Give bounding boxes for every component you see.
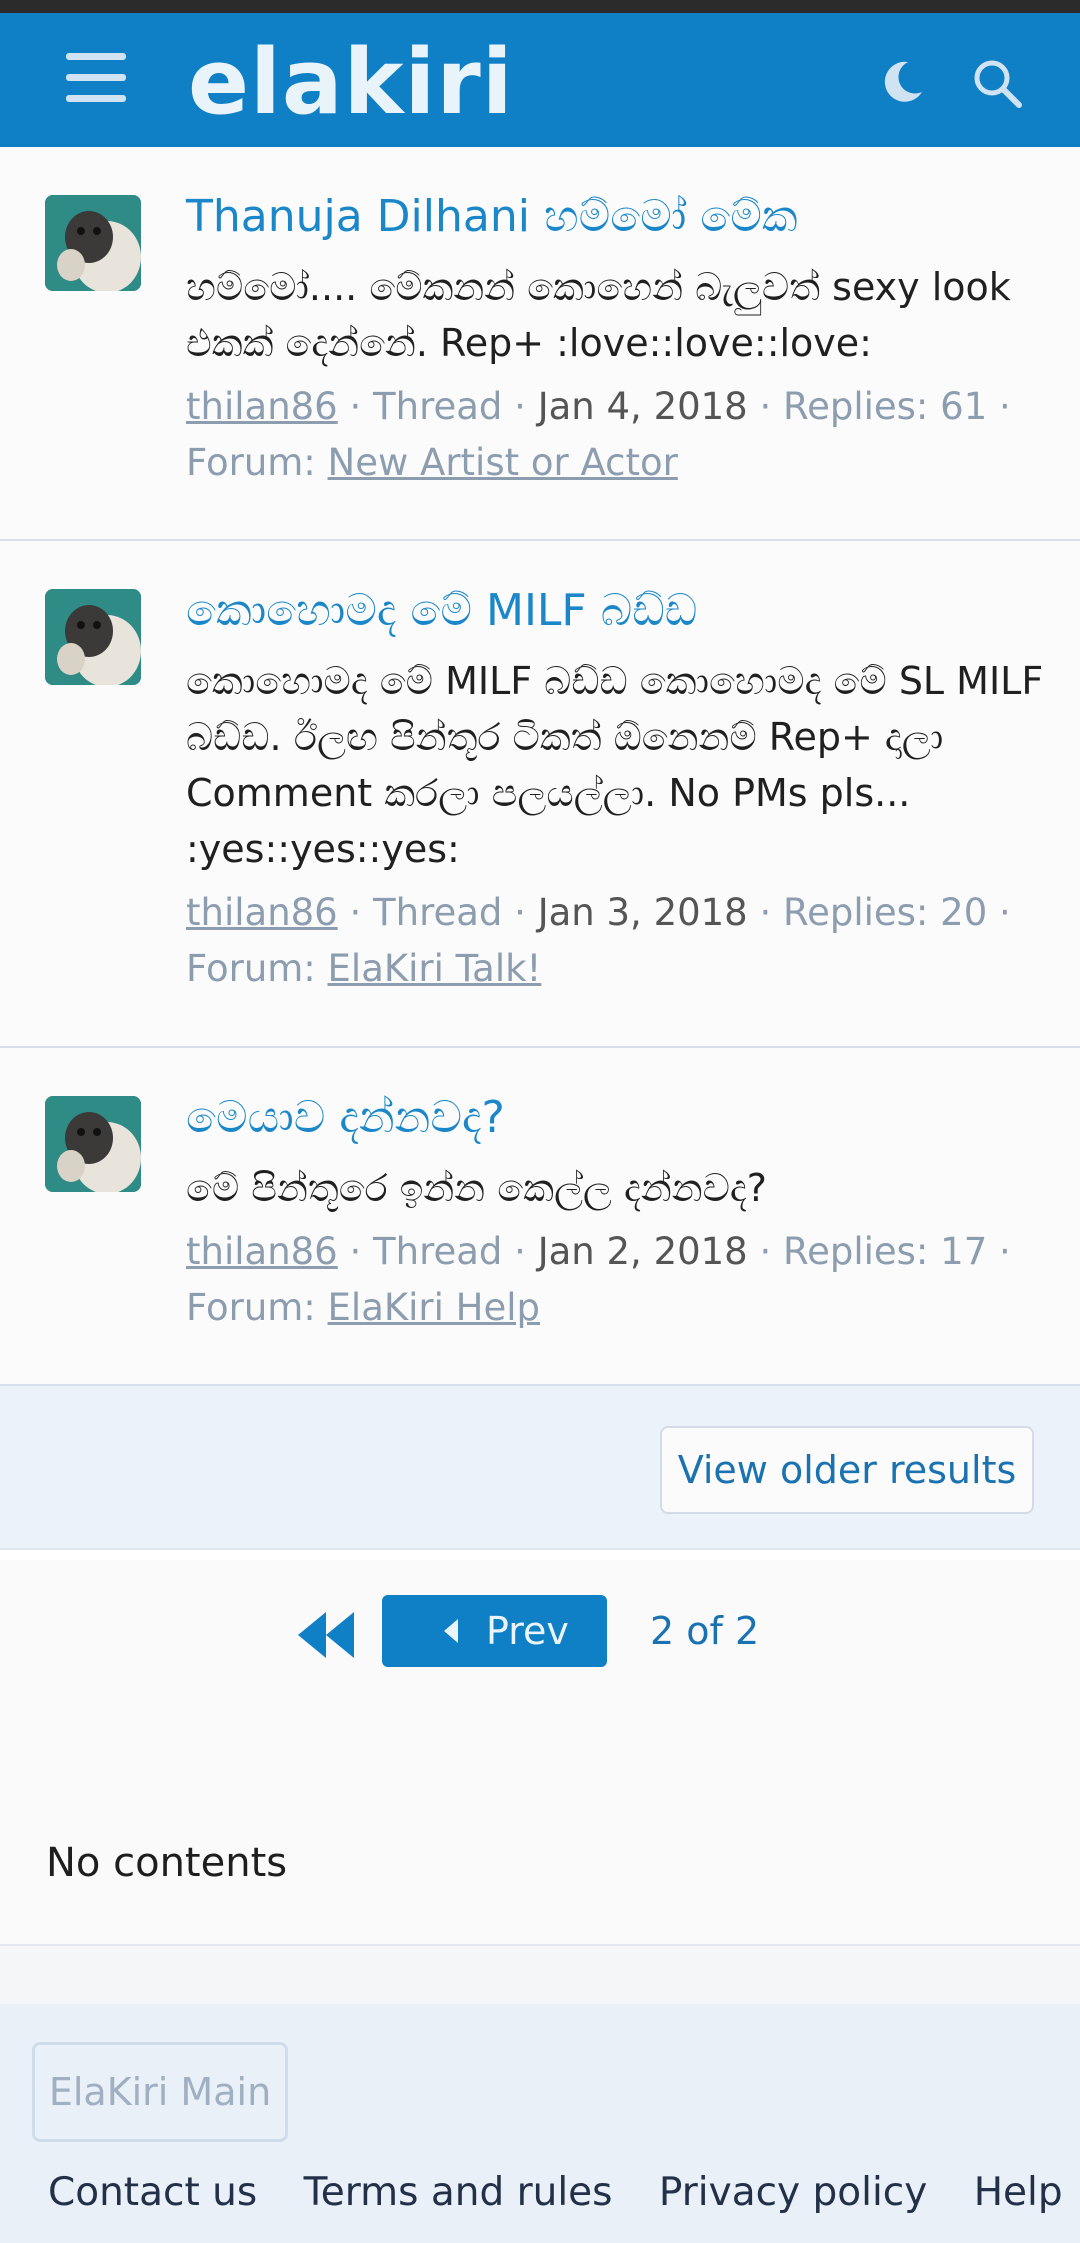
- page-jump[interactable]: 2 of 2: [650, 1595, 759, 1667]
- result-meta: thilan86 · Thread · Jan 4, 2018 · Replie…: [186, 385, 1011, 484]
- result-snippet: හම්මෝ.... මේකනන් කොහෙන් බැලුවත් sexy loo…: [186, 265, 1011, 365]
- search-results: Thanuja Dilhani හම්මෝ මේක හම්මෝ.... මේකන…: [0, 147, 1080, 1386]
- forum-link[interactable]: ElaKiri Help: [328, 1286, 540, 1329]
- first-page-icon[interactable]: [298, 1612, 358, 1658]
- result-meta: thilan86 · Thread · Jan 3, 2018 · Replie…: [186, 891, 1011, 990]
- site-footer: ElaKiri Main Contact us Terms and rules …: [0, 2004, 1080, 2243]
- username-link[interactable]: thilan86: [186, 891, 338, 934]
- post-date: Jan 3, 2018: [537, 891, 748, 934]
- forum-link[interactable]: New Artist or Actor: [328, 441, 678, 484]
- username-link[interactable]: thilan86: [186, 1230, 338, 1273]
- result-snippet: මේ පින්තූරෙ ඉන්න කෙල්ල දන්නවද?: [186, 1166, 767, 1210]
- privacy-link[interactable]: Privacy policy: [659, 2170, 927, 2215]
- username-link[interactable]: thilan86: [186, 385, 338, 428]
- prev-page-button[interactable]: Prev: [382, 1595, 607, 1667]
- prev-label: Prev: [486, 1609, 569, 1653]
- reply-count: Replies: 20: [783, 891, 988, 934]
- result-meta: thilan86 · Thread · Jan 2, 2018 · Replie…: [186, 1230, 1011, 1329]
- menu-icon[interactable]: [66, 53, 126, 103]
- result-title-link[interactable]: Thanuja Dilhani හම්මෝ මේක: [186, 191, 798, 242]
- post-date: Jan 4, 2018: [537, 385, 748, 428]
- avatar[interactable]: [45, 1096, 141, 1192]
- view-older-results-button[interactable]: View older results: [660, 1426, 1034, 1514]
- content-type: Thread: [373, 891, 503, 934]
- list-item: කොහොමද මේ MILF බඩ්ඩ කොහොමද මේ MILF බඩ්ඩ …: [0, 541, 1080, 1048]
- site-header: elakiri: [0, 13, 1080, 147]
- contact-us-link[interactable]: Contact us: [48, 2170, 257, 2215]
- post-date: Jan 2, 2018: [537, 1230, 748, 1273]
- list-item: Thanuja Dilhani හම්මෝ මේක හම්මෝ.... මේකන…: [0, 147, 1080, 541]
- site-logo[interactable]: elakiri: [188, 33, 514, 133]
- status-strip: [0, 0, 1080, 13]
- no-contents-text: No contents: [46, 1840, 288, 1886]
- result-title-link[interactable]: මෙයාව දන්නවද?: [186, 1092, 505, 1143]
- forum-label: Forum:: [186, 1286, 316, 1329]
- content-type: Thread: [373, 1230, 503, 1273]
- result-title-link[interactable]: කොහොමද මේ MILF බඩ්ඩ: [186, 585, 697, 636]
- terms-link[interactable]: Terms and rules: [304, 2170, 613, 2215]
- footer-links: Contact us Terms and rules Privacy polic…: [48, 2170, 1080, 2215]
- spacer: [0, 1946, 1080, 2004]
- avatar[interactable]: [45, 195, 141, 291]
- forum-link[interactable]: ElaKiri Talk!: [328, 947, 542, 990]
- reply-count: Replies: 17: [783, 1230, 988, 1273]
- moon-icon[interactable]: [878, 58, 926, 106]
- help-link[interactable]: Help: [974, 2170, 1063, 2215]
- footer-home-link[interactable]: ElaKiri Main: [32, 2042, 288, 2142]
- reply-count: Replies: 61: [783, 385, 988, 428]
- no-contents-block: No contents: [0, 1700, 1080, 1946]
- list-item: මෙයාව දන්නවද? මේ පින්තූරෙ ඉන්න කෙල්ල දන්…: [0, 1048, 1080, 1386]
- caret-left-icon: [444, 1619, 458, 1643]
- avatar[interactable]: [45, 589, 141, 685]
- content-type: Thread: [373, 385, 503, 428]
- forum-label: Forum:: [186, 441, 316, 484]
- forum-label: Forum:: [186, 947, 316, 990]
- pagination: Prev 2 of 2: [0, 1560, 1080, 1700]
- search-icon[interactable]: [970, 56, 1024, 110]
- older-results-bar: View older results: [0, 1386, 1080, 1550]
- result-snippet: කොහොමද මේ MILF බඩ්ඩ කොහොමද මේ SL MILF බඩ…: [186, 659, 1044, 871]
